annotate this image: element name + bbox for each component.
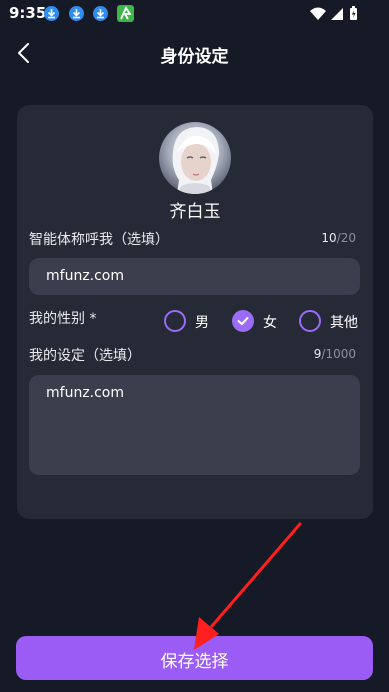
persona-label: 我的设定（选填） — [29, 348, 141, 364]
nickname-count-current: 10 — [321, 231, 337, 245]
download-icon — [44, 6, 59, 21]
wifi-icon — [310, 7, 326, 20]
status-bar: 9:35 — [0, 0, 389, 28]
identity-card: 齐白玉 智能体称呼我（选填） 10/20 mfunz.com 我的性别 * 男 … — [17, 105, 373, 519]
download-icon — [69, 6, 84, 21]
system-icons — [309, 5, 359, 27]
battery-icon — [350, 6, 357, 20]
nav-bar: 身份设定 — [0, 28, 389, 78]
persona-counter: 9/1000 — [314, 347, 356, 361]
gender-label: 我的性别 * — [29, 311, 97, 327]
gender-option-label: 女 — [263, 315, 277, 331]
app-notification-icon — [117, 5, 134, 22]
gender-option-label: 男 — [195, 315, 209, 331]
nickname-input-value: mfunz.com — [46, 268, 125, 284]
nickname-input[interactable]: mfunz.com — [29, 258, 360, 295]
radio-unchecked-icon — [164, 310, 186, 332]
gender-option-label: 其他 — [330, 315, 358, 331]
signal-icon — [331, 8, 343, 20]
nickname-count-max: /20 — [336, 231, 356, 245]
save-button-label: 保存选择 — [160, 652, 229, 672]
radio-unchecked-icon — [299, 310, 321, 332]
nickname-label: 智能体称呼我（选填） — [29, 232, 169, 248]
page-title: 身份设定 — [160, 47, 229, 67]
character-name: 齐白玉 — [169, 202, 221, 222]
radio-checked-icon — [232, 310, 254, 332]
persona-textarea-value: mfunz.com — [46, 385, 125, 401]
nickname-counter: 10/20 — [321, 231, 356, 245]
download-icon — [93, 6, 108, 21]
persona-count-max: /1000 — [321, 347, 356, 361]
avatar[interactable] — [159, 122, 231, 194]
save-button[interactable]: 保存选择 — [16, 636, 373, 680]
persona-textarea[interactable]: mfunz.com — [29, 375, 360, 475]
status-time: 9:35 — [9, 4, 47, 22]
checkmark-icon — [237, 317, 249, 325]
